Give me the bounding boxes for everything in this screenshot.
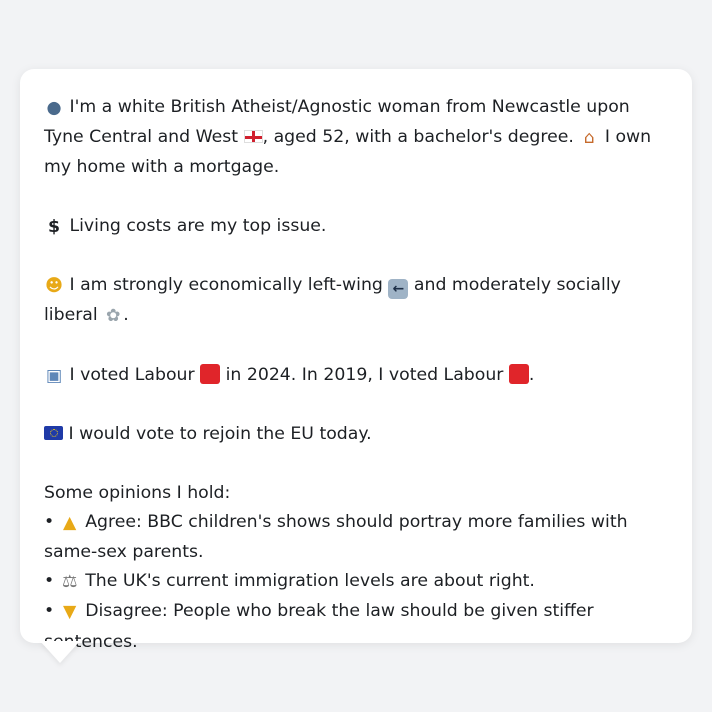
top-issue-text: Living costs are my top issue. [69,215,327,236]
votes-text-c: . [528,364,535,385]
intro-text-b: , aged 52, with a bachelor's degree. [262,127,574,148]
bullet: • [44,511,55,532]
dollar-sign-icon: $ [47,216,61,237]
opinion-text: The UK's current immigration levels are … [85,571,535,592]
opinion-text: Disagree: People who break the law shoul… [44,601,594,652]
voting-history: ▣ I voted Labour in 2024. In 2019, I vot… [44,361,670,391]
opinion-item: • ▲ Agree: BBC children's shows should p… [44,508,670,567]
eu-flag-icon [44,426,63,441]
thinking-face-icon: ☻ [44,276,63,297]
labour-red-square-icon [200,363,221,384]
opinion-item: • ⚖ The UK's current immigration levels … [44,567,670,597]
persona-intro: ● I'm a white British Atheist/Agnostic w… [44,93,670,183]
labour-red-square-icon [508,363,529,384]
eu-stance: I would vote to rejoin the EU today. [44,420,670,449]
ideology: ☻ I am strongly economically left-wing ←… [44,271,670,331]
ideology-text-c: . [123,305,129,326]
thumbs-down-icon: ▼ [63,602,77,623]
bullet: • [44,571,55,592]
bullet: • [44,601,55,622]
ideology-text-a: I am strongly economically left-wing [69,275,383,296]
votes-text-b: in 2024. In 2019, I voted Labour [225,364,504,385]
thumbs-up-icon: ▲ [63,512,77,533]
england-flag-icon [243,130,263,144]
speech-bubble-tail [40,641,80,663]
top-issue: $ Living costs are my top issue. [44,212,670,242]
ballot-box-icon: ▣ [45,365,63,386]
opinion-text: Agree: BBC children's shows should portr… [44,511,628,562]
opinions-heading: Some opinions I hold: [44,482,231,503]
dove-icon: ✿ [105,306,121,327]
bust-silhouette-icon: ● [46,98,62,118]
left-arrow-icon: ← [388,279,409,300]
balance-scale-icon: ⚖ [61,572,78,593]
persona-message-card: ● I'm a white British Atheist/Agnostic w… [20,69,692,652]
opinion-item: • ▼ Disagree: People who break the law s… [44,597,670,656]
eu-text: I would vote to rejoin the EU today. [68,424,372,445]
votes-text-a: I voted Labour [69,364,195,385]
house-icon: ⌂ [583,128,595,149]
